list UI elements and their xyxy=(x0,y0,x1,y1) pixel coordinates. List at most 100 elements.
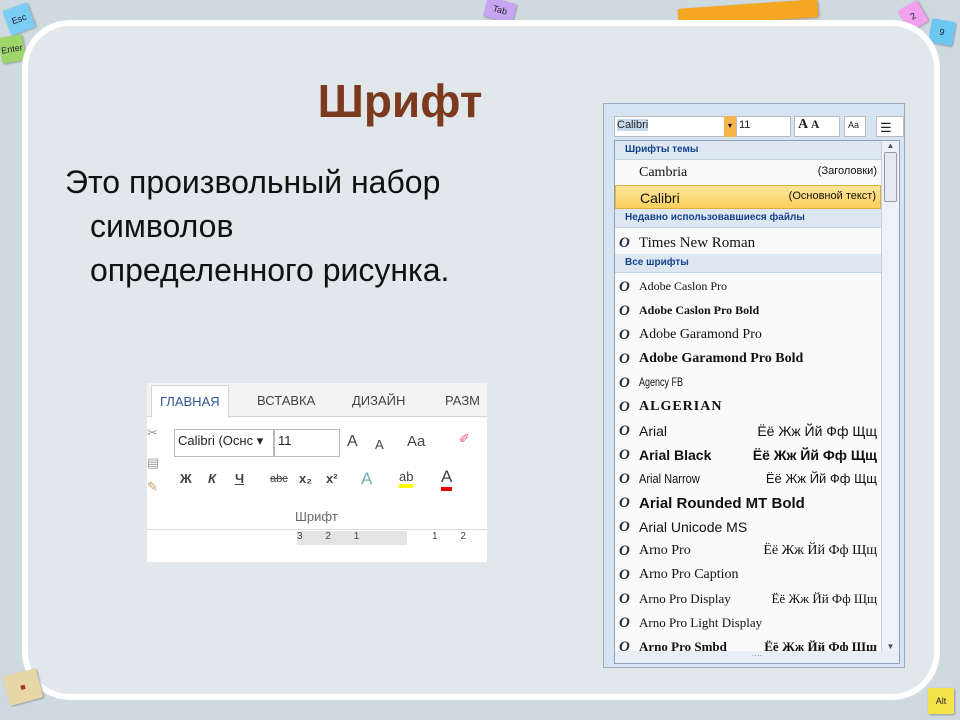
font-name-input[interactable]: Calibri xyxy=(614,116,734,137)
font-item[interactable]: O Arno Pro Caption xyxy=(615,563,881,587)
font-name: Arno Pro Display xyxy=(639,591,731,606)
key-bottom-left: ■ xyxy=(2,668,44,706)
font-name: Arial xyxy=(639,423,668,439)
font-item[interactable]: O Adobe Garamond Pro xyxy=(615,323,881,347)
font-name: Agency FB xyxy=(639,375,684,389)
bullets-button[interactable]: ☰ xyxy=(876,116,904,137)
format-painter-icon[interactable]: ✎ xyxy=(147,479,158,495)
opentype-icon: O xyxy=(619,279,630,295)
font-sample: Ёё Жж Йй Фф Щщ xyxy=(752,447,877,463)
tab-insert[interactable]: ВСТАВКА xyxy=(257,393,315,408)
opentype-icon: O xyxy=(619,495,630,511)
font-item[interactable]: O Arial Ёё Жж Йй Фф Щщ xyxy=(615,419,881,443)
font-item[interactable]: O Arno Pro Light Display xyxy=(615,611,881,635)
font-name-select[interactable]: Calibri (Оснс ▾ xyxy=(174,429,274,457)
body-line: определенного рисунка. xyxy=(90,252,450,288)
opentype-icon: O xyxy=(619,519,630,535)
font-name: Adobe Garamond Pro xyxy=(639,327,762,342)
opentype-icon: O xyxy=(619,543,630,559)
font-sample: Ёё Жж Йй Фф Щщ xyxy=(765,471,877,486)
font-item-selected[interactable]: Calibri (Основной текст) xyxy=(615,185,881,209)
font-item[interactable]: O Agency FB xyxy=(615,371,881,395)
font-color-icon[interactable]: A xyxy=(441,467,453,491)
tab-home[interactable]: ГЛАВНАЯ xyxy=(151,385,229,418)
font-size-input[interactable]: 11 xyxy=(736,116,791,137)
font-name: Arial Black xyxy=(639,447,712,463)
word2007-font-dropdown: Calibri ▾ 11 A A Aa ☰ Шрифты темы Cambri… xyxy=(603,103,905,668)
font-name: Arial Narrow xyxy=(639,471,700,486)
theme-fonts-header: Шрифты темы xyxy=(615,141,881,160)
font-dropdown-arrow[interactable]: ▾ xyxy=(724,116,736,137)
opentype-icon: O xyxy=(619,375,630,391)
scrollbar[interactable]: ▲ ▼ xyxy=(881,141,899,651)
superscript-button[interactable]: x² xyxy=(326,471,338,486)
opentype-icon: O xyxy=(619,567,630,583)
subscript-button[interactable]: x₂ xyxy=(299,471,312,486)
all-fonts-header: Все шрифты xyxy=(615,254,881,273)
font-sample: Ёё Жж Йй Фф Щщ xyxy=(757,423,877,439)
font-item[interactable]: O Adobe Garamond Pro Bold xyxy=(615,347,881,371)
ribbon-tabs: ГЛАВНАЯ ВСТАВКА ДИЗАЙН РАЗМ xyxy=(147,383,487,418)
underline-button[interactable]: Ч xyxy=(235,471,244,486)
opentype-icon: O xyxy=(619,615,630,631)
font-item[interactable]: O Arial Black Ёё Жж Йй Фф Щщ xyxy=(615,443,881,467)
shrink-font-button[interactable]: A xyxy=(375,437,384,452)
font-sample: Ёё Жж Йй Фф Щщ xyxy=(771,591,877,606)
cut-icon[interactable]: ✂ xyxy=(147,425,158,441)
font-list: Шрифты темы Cambria (Заголовки) Calibri (О… xyxy=(614,140,900,664)
slide-body: Это произвольный набор символов определе… xyxy=(65,160,449,292)
opentype-icon: O xyxy=(619,471,630,487)
opentype-icon: O xyxy=(619,447,630,463)
font-name: ALGERIAN xyxy=(639,399,723,414)
font-size-value: 11 xyxy=(278,433,292,448)
font-name: Arno Pro xyxy=(639,543,691,558)
font-item[interactable]: O Adobe Caslon Pro Bold xyxy=(615,299,881,323)
font-item[interactable]: O Arno Pro Ёё Жж Йй Фф Щщ xyxy=(615,539,881,563)
font-name-value: Calibri (Оснс xyxy=(178,433,254,448)
bold-button[interactable]: Ж xyxy=(180,471,192,486)
strikethrough-button[interactable]: abc xyxy=(270,473,288,485)
opentype-icon: O xyxy=(619,423,630,439)
grow-font-button[interactable]: A xyxy=(347,433,358,451)
word2013-ribbon: ГЛАВНАЯ ВСТАВКА ДИЗАЙН РАЗМ ✂ ▤ ✎ Calibr… xyxy=(147,383,487,562)
copy-icon[interactable]: ▤ xyxy=(147,455,159,471)
font-name: Arno Pro Light Display xyxy=(639,615,763,630)
ruler-right: 1 2 xyxy=(432,531,466,542)
font-item[interactable]: O Arial Narrow Ёё Жж Йй Фф Щщ xyxy=(615,467,881,491)
font-name: Arial Rounded MT Bold xyxy=(639,495,805,512)
font-size-select[interactable]: 11 xyxy=(274,429,340,457)
font-item[interactable]: O Arno Pro Display Ёё Жж Йй Фф Щщ xyxy=(615,587,881,611)
highlight-icon[interactable]: ab xyxy=(399,469,414,488)
opentype-icon: O xyxy=(619,351,630,367)
body-line: символов xyxy=(90,208,234,244)
font-sample: Ёё Жж Йй Фф Щщ xyxy=(763,543,877,558)
recent-fonts-header: Недавно использовавшиеся файлы xyxy=(615,209,881,228)
group-label: Шрифт xyxy=(295,509,338,524)
key-esc: Esc xyxy=(2,2,36,36)
tab-layout[interactable]: РАЗМ xyxy=(445,393,480,408)
opentype-icon: O xyxy=(619,327,630,343)
font-name: Arno Pro Caption xyxy=(639,567,739,582)
clear-format-icon[interactable]: ✐ xyxy=(459,431,470,447)
font-item[interactable]: O ALGERIAN xyxy=(615,395,881,419)
resize-grip[interactable]: ···· xyxy=(615,651,899,663)
font-item[interactable]: Cambria (Заголовки) xyxy=(615,161,881,185)
font-item[interactable]: O Arial Unicode MS xyxy=(615,515,881,539)
italic-button[interactable]: К xyxy=(208,471,216,486)
key-alt: Alt xyxy=(928,688,954,714)
ruler: 3 2 1 xyxy=(297,531,407,545)
font-item[interactable]: O Times New Roman xyxy=(615,231,881,255)
opentype-icon: O xyxy=(619,303,630,319)
grow-shrink-buttons[interactable]: A A xyxy=(794,116,840,137)
body-line: Это произвольный набор xyxy=(65,164,441,200)
font-name: Adobe Caslon Pro Bold xyxy=(639,303,760,317)
text-effects-icon[interactable]: A xyxy=(361,469,372,489)
change-case-button[interactable]: Aa xyxy=(407,433,425,450)
clear-format-button[interactable]: Aa xyxy=(844,116,866,137)
opentype-icon: O xyxy=(619,235,630,251)
font-item[interactable]: O Adobe Caslon Pro xyxy=(615,275,881,299)
tab-design[interactable]: ДИЗАЙН xyxy=(352,393,405,408)
font-name: Adobe Garamond Pro Bold xyxy=(639,351,804,366)
font-item[interactable]: O Arial Rounded MT Bold xyxy=(615,491,881,515)
opentype-icon: O xyxy=(619,591,630,607)
